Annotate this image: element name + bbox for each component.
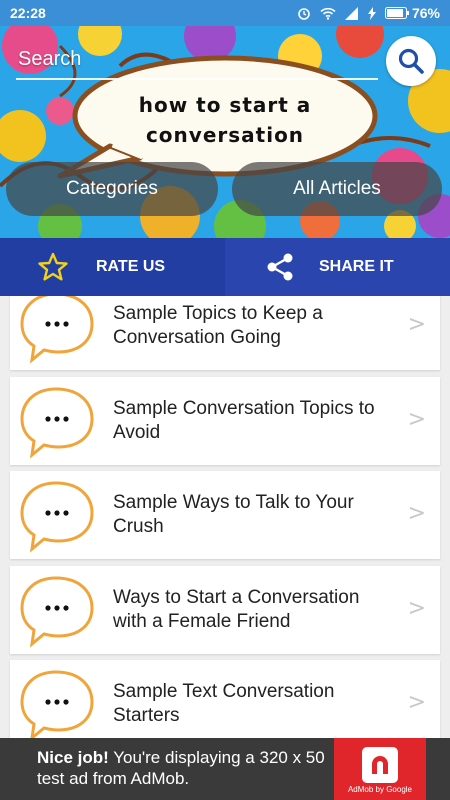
chevron-right-icon: > <box>407 312 426 337</box>
list-item-title-line1: Ways to Start a Conversation <box>113 587 360 608</box>
list-item-title-line1: Sample Text Conversation <box>113 681 335 702</box>
share-it-button[interactable]: SHARE IT <box>225 238 450 296</box>
list-item-title-line2: with a Female Friend <box>113 611 291 632</box>
list-item[interactable]: Ways to Start a Conversation with a Fema… <box>10 566 440 654</box>
signal-icon <box>344 6 358 20</box>
list-item-title-line1: Sample Ways to Talk to Your <box>113 492 354 513</box>
tab-all-articles-label: All Articles <box>293 178 381 199</box>
rate-us-button[interactable]: RATE US <box>0 238 225 296</box>
banner-title: how to start a conversation <box>100 90 350 150</box>
list-item-title-line2: Starters <box>113 705 180 726</box>
list-item-title-line2: Conversation Going <box>113 327 281 348</box>
alarm-icon <box>298 8 310 20</box>
tab-categories-label: Categories <box>66 178 158 199</box>
share-it-label: SHARE IT <box>319 258 394 275</box>
ad-headline: Nice job! <box>37 748 109 767</box>
list-item-title: Sample Text Conversation Starters <box>113 680 403 728</box>
status-icons: 76% <box>297 5 440 21</box>
list-item[interactable]: Sample Ways to Talk to Your Crush > <box>10 471 440 559</box>
chat-bubble-icon <box>10 296 100 370</box>
tab-all-articles[interactable]: All Articles <box>232 162 442 216</box>
chat-bubble-icon <box>10 471 100 559</box>
battery-icon <box>384 7 409 19</box>
search-icon <box>398 48 424 74</box>
tab-categories[interactable]: Categories <box>6 162 218 216</box>
ad-text: Nice job! You're displaying a 320 x 50 t… <box>37 747 337 789</box>
ad-banner[interactable]: Nice job! You're displaying a 320 x 50 t… <box>0 738 450 800</box>
search-button[interactable] <box>386 36 436 86</box>
chevron-right-icon: > <box>407 596 426 621</box>
action-bar: RATE US SHARE IT <box>0 238 450 296</box>
rate-us-label: RATE US <box>96 258 166 275</box>
list-item-title-line1: Sample Conversation Topics to <box>113 398 375 419</box>
battery-indicator: 76% <box>384 5 440 21</box>
star-icon <box>36 250 70 284</box>
admob-icon <box>362 747 398 783</box>
search-input[interactable]: Search <box>18 48 81 71</box>
search-underline <box>16 78 378 80</box>
status-bar: 22:28 76% <box>0 0 450 26</box>
admob-logo: AdMob by Google <box>334 738 426 800</box>
share-icon <box>263 250 297 284</box>
banner-title-line1: how to start a <box>138 93 312 117</box>
chevron-right-icon: > <box>407 407 426 432</box>
list-item-title: Ways to Start a Conversation with a Fema… <box>113 586 403 634</box>
chat-bubble-icon <box>10 377 100 465</box>
list-item-title-line2: Avoid <box>113 422 161 443</box>
list-item-title-line2: Crush <box>113 516 164 537</box>
chevron-right-icon: > <box>407 501 426 526</box>
status-time: 22:28 <box>10 5 46 21</box>
list-item-title: Sample Ways to Talk to Your Crush <box>113 491 403 539</box>
list-item-title-line1: Sample Topics to Keep a <box>113 303 323 324</box>
banner-title-line2: conversation <box>145 123 305 147</box>
admob-caption: AdMob by Google <box>347 785 413 794</box>
article-list: Sample Topics to Keep a Conversation Goi… <box>0 296 450 738</box>
list-item[interactable]: Sample Text Conversation Starters > <box>10 660 440 738</box>
list-item-title: Sample Conversation Topics to Avoid <box>113 397 403 445</box>
list-item[interactable]: Sample Topics to Keep a Conversation Goi… <box>10 296 440 370</box>
wifi-icon <box>320 7 336 20</box>
chat-bubble-icon <box>10 660 100 738</box>
list-item[interactable]: Sample Conversation Topics to Avoid > <box>10 377 440 465</box>
chevron-right-icon: > <box>407 690 426 715</box>
header-banner: Search how to start a conversation Categ… <box>0 26 450 238</box>
list-item-title: Sample Topics to Keep a Conversation Goi… <box>113 302 403 350</box>
battery-percent: 76% <box>411 5 440 21</box>
charging-icon <box>367 6 376 20</box>
chat-bubble-icon <box>10 566 100 654</box>
